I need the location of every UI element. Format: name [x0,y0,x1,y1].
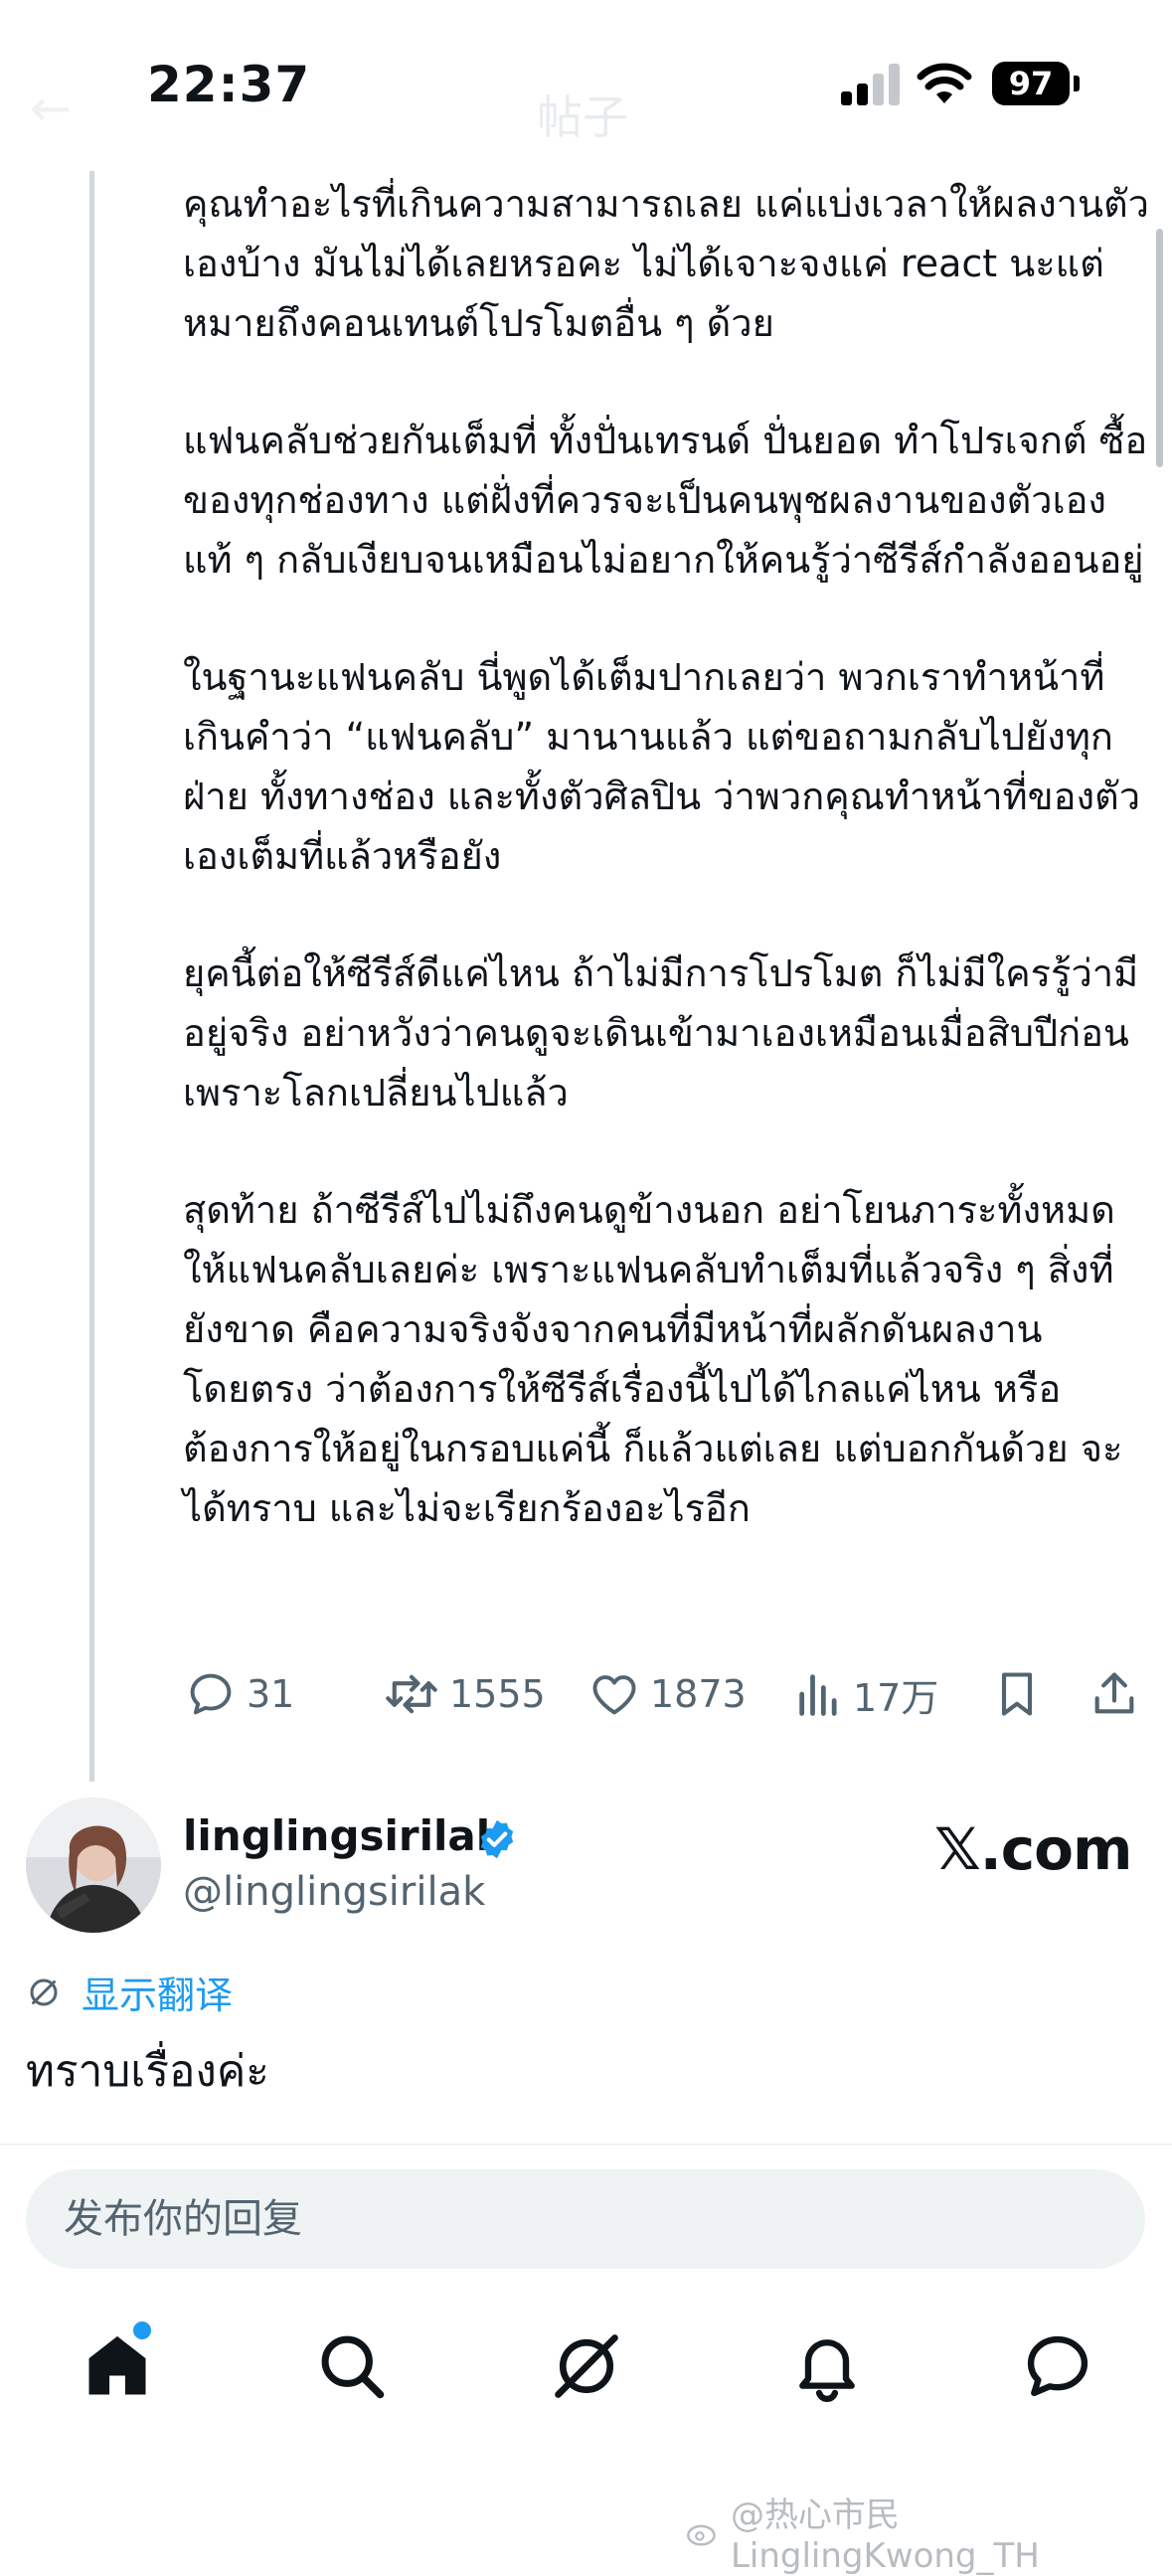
repost-icon [386,1674,437,1714]
analytics-icon [799,1674,837,1716]
post-paragraph: คุณทำอะไรที่เกินความสามารถเลย แค่แบ่งเวล… [183,182,1150,345]
status-time: 22:37 [147,56,311,113]
bookmark-button[interactable] [994,1662,1040,1726]
post-paragraph: สุดท้าย ถ้าซีรีส์ไปไม่ถึงคนดูข้างนอก อย่… [183,1188,1123,1530]
source-label: 𝕏.com [934,1815,1132,1883]
watermark: @热心市民LinglingKwong_TH [686,2488,1172,2576]
reply-button[interactable]: 31 [185,1662,294,1726]
reply-icon [190,1673,232,1715]
heart-icon [592,1675,636,1715]
cellular-signal-icon [841,62,901,105]
watermark-text: @热心市民LinglingKwong_TH [730,2495,1040,2576]
header-title: 帖子 [537,90,628,144]
author-handle[interactable]: @linglingsirilak [183,1869,485,1915]
reply-count: 31 [247,1672,295,1716]
like-count: 1873 [650,1672,747,1716]
author-name[interactable]: linglingsirilak [183,1811,504,1860]
show-translation-button[interactable]: 显示翻译 [26,1965,233,2019]
search-icon[interactable] [314,2328,390,2404]
weibo-icon [687,2524,716,2546]
notification-dot [133,2321,151,2339]
wifi-icon [917,63,972,103]
battery-level: 97 [992,62,1070,105]
repost-button[interactable]: 1555 [384,1662,546,1726]
post-body: คุณทำอะไรที่เกินความสามารถเลย แค่แบ่งเวล… [183,174,1152,1596]
reply-input[interactable]: 发布你的回复 [26,2169,1145,2269]
post-paragraph: ยุคนี้ต่อให้ซีรีส์ดีแค่ไหน ถ้าไม่มีการโป… [183,951,1139,1115]
repost-count: 1555 [449,1672,546,1716]
reply-text: ทราบเรื่องค่ะ [26,2046,269,2097]
share-icon [1094,1672,1134,1714]
like-button[interactable]: 1873 [588,1662,747,1726]
translate-icon [30,1978,58,2005]
back-arrow-icon[interactable]: ← [30,80,72,137]
grok-icon[interactable] [549,2328,624,2404]
notifications-icon[interactable] [789,2328,865,2404]
scrollbar[interactable] [1156,229,1163,467]
share-button[interactable] [1089,1662,1139,1726]
bookmark-icon [1001,1672,1033,1716]
views-count: 17万 [853,1675,939,1720]
battery-cap [1074,76,1080,91]
views-button[interactable]: 17万 [795,1662,938,1726]
post-paragraph: แฟนคลับช่วยกันเต็มที่ ทั้งปั่นเทรนด์ ปั่… [183,419,1148,582]
thread-line [89,171,94,1782]
verified-badge-icon [480,1819,514,1859]
avatar[interactable] [26,1798,161,1933]
home-icon[interactable] [80,2328,155,2404]
post-paragraph: ในฐานะแฟนคลับ นี่พูดได้เต็มปากเลยว่า พวก… [183,655,1141,878]
show-translation-label: 显示翻译 [82,1974,234,2017]
divider [0,2144,1172,2146]
messages-icon[interactable] [1020,2328,1095,2404]
